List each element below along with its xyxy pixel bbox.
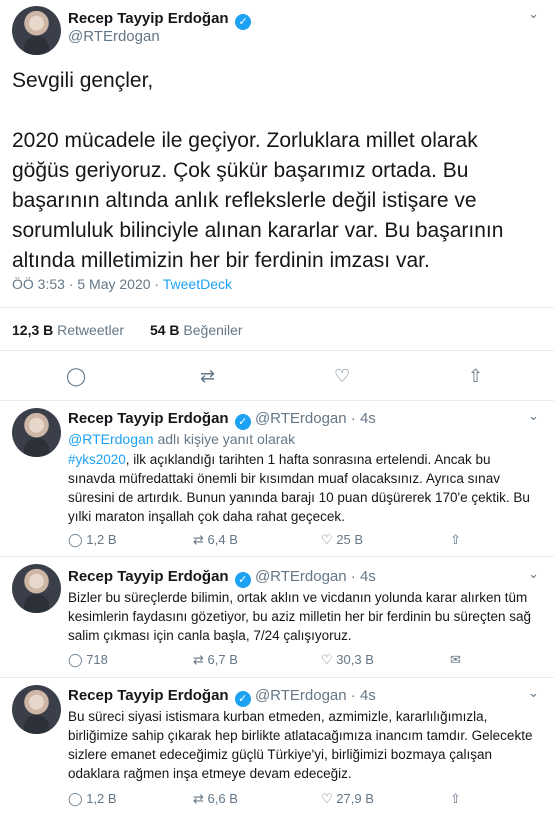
reply-icon: ◯ <box>68 652 83 667</box>
reply-tweet[interactable]: Recep Tayyip Erdoğan ✓ @RTErdogan · 4s ⌄… <box>0 556 554 677</box>
reply-header: Recep Tayyip Erdoğan ✓ @RTErdogan · 4s <box>68 410 376 430</box>
tweet-text: Bu süreci siyasi istismara kurban etmede… <box>68 709 533 781</box>
like-button[interactable]: ♡ 30,3 B <box>321 652 374 668</box>
tweet-time[interactable]: 4s <box>360 568 376 585</box>
share-icon[interactable]: ⇧ <box>450 791 461 807</box>
author-name[interactable]: Recep Tayyip Erdoğan <box>68 568 229 585</box>
reply-count: 1,2 B <box>86 791 117 806</box>
reply-button[interactable]: ◯ 718 <box>68 652 108 668</box>
retweet-count: 6,4 B <box>207 532 238 547</box>
reply-header: Recep Tayyip Erdoğan ✓ @RTErdogan · 4s <box>68 568 376 588</box>
retweet-icon: ⇄ <box>193 791 204 806</box>
like-stat[interactable]: 54 B Beğeniler <box>150 322 243 338</box>
like-count: 30,3 B <box>336 652 374 667</box>
chevron-down-icon[interactable]: ⌄ <box>528 6 539 22</box>
retweet-icon: ⇄ <box>193 532 204 547</box>
retweet-count: 12,3 B <box>12 322 54 338</box>
tweet-time[interactable]: 4s <box>360 687 376 704</box>
like-count: 27,9 B <box>336 791 374 806</box>
like-button[interactable]: ♡ 25 B <box>321 532 363 548</box>
tweet-text: Sevgili gençler, 2020 mücadele ile geçiy… <box>12 69 504 272</box>
like-icon: ♡ <box>321 532 333 547</box>
tweet-date[interactable]: 5 May 2020 <box>77 276 150 292</box>
reply-count: 1,2 B <box>86 532 117 547</box>
hashtag-link[interactable]: #yks2020 <box>68 452 126 467</box>
reply-count: 718 <box>86 652 108 667</box>
retweet-count: 6,7 B <box>207 652 238 667</box>
reply-icon[interactable]: ◯ <box>66 366 86 387</box>
reply-to-label: adlı kişiye yanıt olarak <box>157 431 296 447</box>
author-handle[interactable]: @RTErdogan <box>255 687 347 704</box>
author-avatar[interactable] <box>12 685 61 734</box>
retweet-button[interactable]: ⇄ 6,6 B <box>193 791 238 807</box>
verified-badge-icon: ✓ <box>235 14 252 30</box>
reply-icon: ◯ <box>68 791 83 806</box>
author-name[interactable]: Recep Tayyip Erdoğan <box>68 410 229 427</box>
like-count: 54 B <box>149 322 180 338</box>
retweet-icon[interactable]: ⇄ <box>200 366 215 387</box>
author-name[interactable]: Recep Tayyip Erdoğan <box>68 687 229 704</box>
reply-button[interactable]: ◯ 1,2 B <box>68 532 117 548</box>
author-name[interactable]: Recep Tayyip Erdoğan <box>68 10 229 27</box>
envelope-icon[interactable]: ✉ <box>450 652 461 668</box>
chevron-down-icon[interactable]: ⌄ <box>528 685 539 701</box>
author-avatar[interactable] <box>12 6 61 55</box>
tweet-time[interactable]: 4s <box>360 410 376 427</box>
retweet-icon: ⇄ <box>193 652 204 667</box>
share-icon[interactable]: ⇧ <box>468 366 483 387</box>
chevron-down-icon[interactable]: ⌄ <box>528 408 539 424</box>
tweet-meta: ÖÖ 3:53 · 5 May 2020 · TweetDeck <box>12 276 232 292</box>
reply-context: @RTErdogan adlı kişiye yanıt olarak <box>68 430 538 449</box>
tweet-source-link[interactable]: TweetDeck <box>163 276 232 292</box>
author-header: Recep Tayyip Erdoğan ✓ <box>68 10 252 30</box>
tweet-text: Bizler bu süreçlerde bilimin, ortak aklı… <box>68 590 531 643</box>
reply-tweet[interactable]: Recep Tayyip Erdoğan ✓ @RTErdogan · 4s ⌄… <box>0 677 554 817</box>
like-icon[interactable]: ♡ <box>334 366 350 387</box>
author-avatar[interactable] <box>12 564 61 613</box>
divider <box>0 307 554 308</box>
verified-badge-icon: ✓ <box>234 414 251 430</box>
reply-icon: ◯ <box>68 532 83 547</box>
reply-to-handle[interactable]: @RTErdogan <box>68 431 154 447</box>
like-icon: ♡ <box>321 652 333 667</box>
retweet-label: Retweetler <box>57 322 125 338</box>
like-icon: ♡ <box>321 791 333 806</box>
reply-tweet[interactable]: Recep Tayyip Erdoğan ✓ @RTErdogan · 4s ⌄… <box>0 400 554 552</box>
like-label: Beğeniler <box>183 322 243 338</box>
tweet-stats: 12,3 B Retweetler 54 B Beğeniler <box>12 322 243 338</box>
author-handle[interactable]: @RTErdogan <box>255 410 347 427</box>
retweet-button[interactable]: ⇄ 6,4 B <box>193 532 238 548</box>
main-tweet-actions: ◯ ⇄ ♡ ⇧ <box>0 366 554 388</box>
author-handle[interactable]: @RTErdogan <box>68 28 160 45</box>
retweet-count: 6,6 B <box>207 791 238 806</box>
reply-button[interactable]: ◯ 1,2 B <box>68 791 117 807</box>
retweet-button[interactable]: ⇄ 6,7 B <box>193 652 238 668</box>
verified-badge-icon: ✓ <box>234 691 251 707</box>
tweet-text-body: , ilk açıklandığı tarihten 1 hafta sonra… <box>68 452 530 524</box>
like-count: 25 B <box>336 532 364 547</box>
share-icon[interactable]: ⇧ <box>450 532 461 548</box>
verified-badge-icon: ✓ <box>234 572 251 588</box>
chevron-down-icon[interactable]: ⌄ <box>528 566 539 582</box>
reply-header: Recep Tayyip Erdoğan ✓ @RTErdogan · 4s <box>68 687 376 707</box>
retweet-stat[interactable]: 12,3 B Retweetler <box>12 322 124 338</box>
author-handle[interactable]: @RTErdogan <box>255 568 347 585</box>
like-button[interactable]: ♡ 27,9 B <box>321 791 374 807</box>
author-avatar[interactable] <box>12 408 61 457</box>
tweet-time[interactable]: ÖÖ 3:53 <box>12 276 65 292</box>
tweet-text: #yks2020, ilk açıklandığı tarihten 1 haf… <box>68 450 538 526</box>
divider <box>0 350 554 351</box>
